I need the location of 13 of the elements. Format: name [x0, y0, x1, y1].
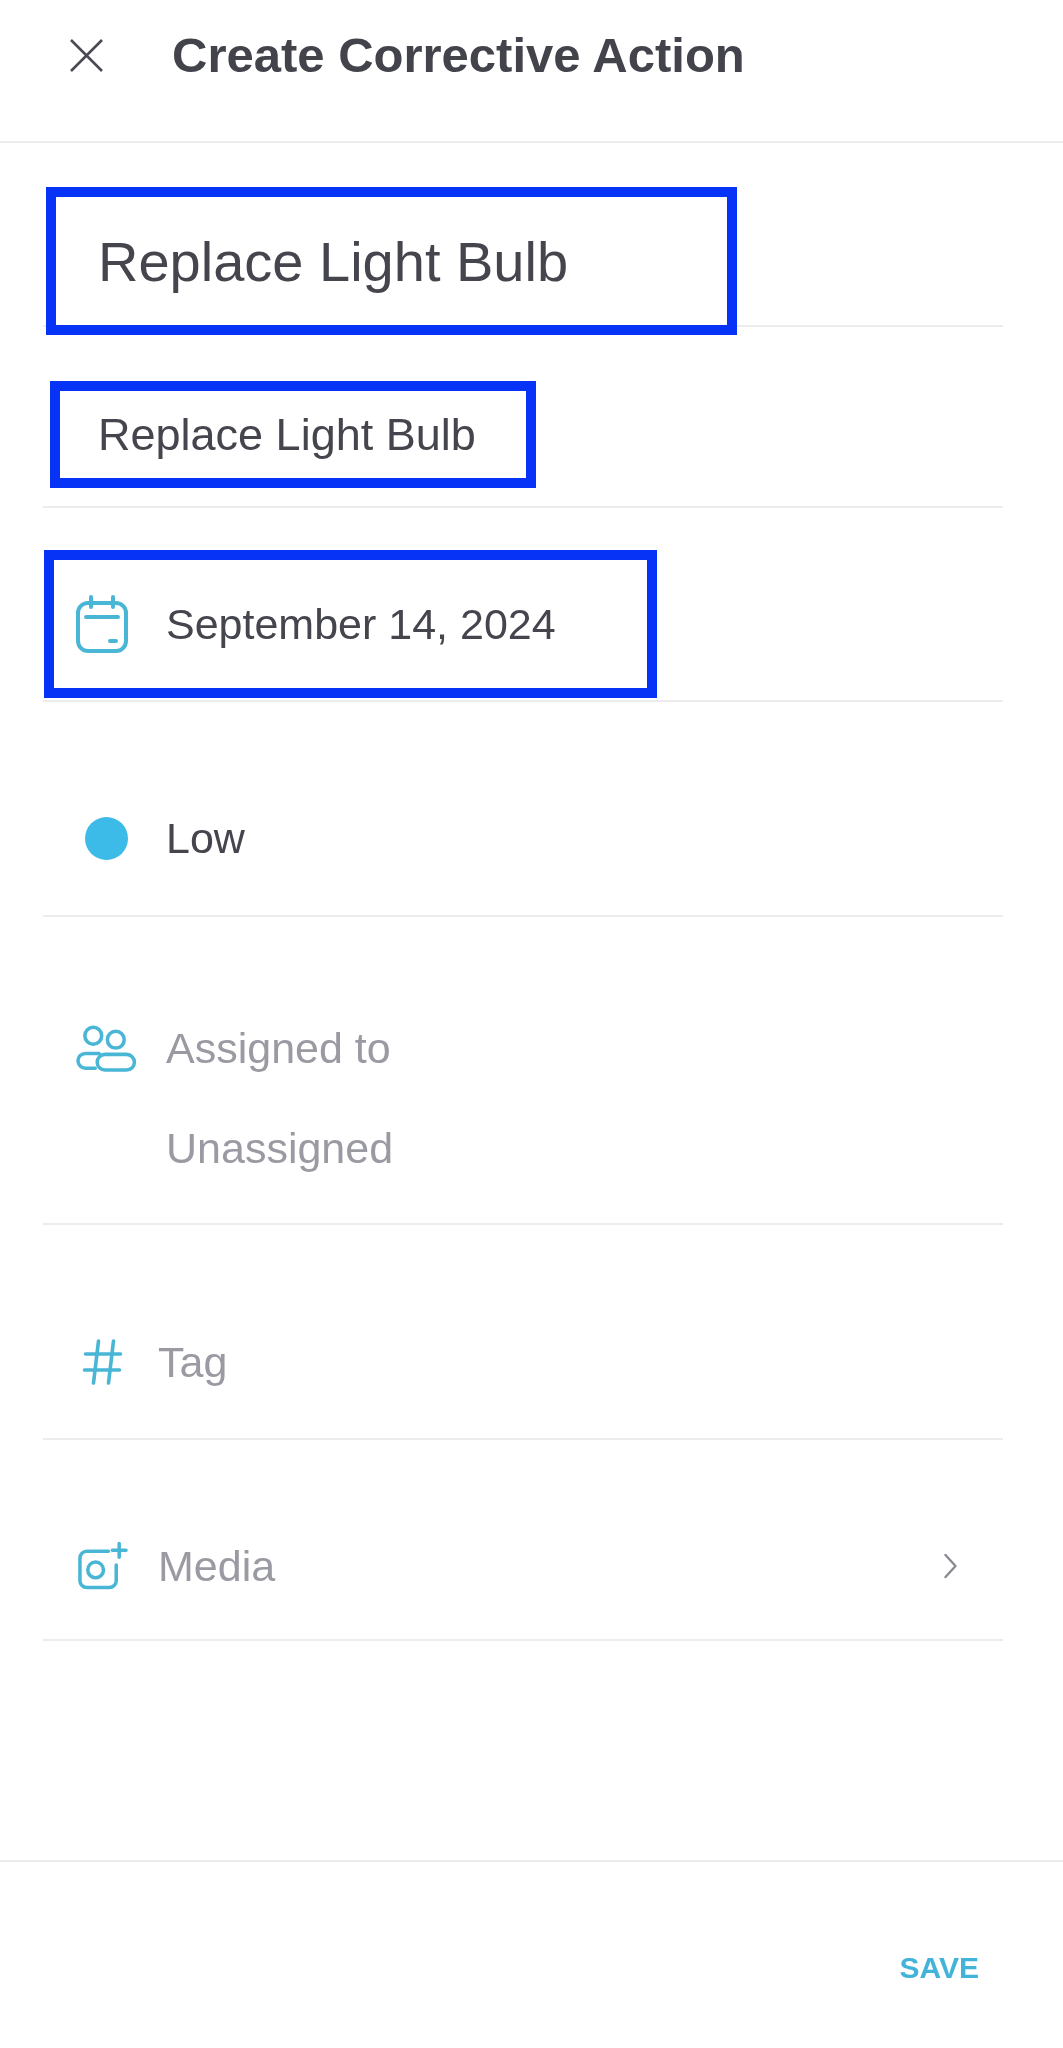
- calendar-icon: [76, 595, 128, 653]
- title-input[interactable]: Replace Light Bulb: [46, 187, 737, 335]
- close-icon: [69, 39, 103, 72]
- chevron-right-icon: [944, 1553, 957, 1579]
- date-picker[interactable]: September 14, 2024: [44, 550, 657, 698]
- assigned-to-label: Assigned to: [166, 1023, 391, 1074]
- users-icon: [75, 1024, 137, 1072]
- hash-icon: [82, 1339, 123, 1385]
- description-input[interactable]: Replace Light Bulb: [50, 381, 536, 488]
- tag-input[interactable]: Tag: [158, 1332, 1003, 1392]
- camera-plus-icon: [77, 1541, 128, 1591]
- page-title: Create Corrective Action: [172, 27, 745, 85]
- priority-selector[interactable]: Low: [85, 808, 245, 868]
